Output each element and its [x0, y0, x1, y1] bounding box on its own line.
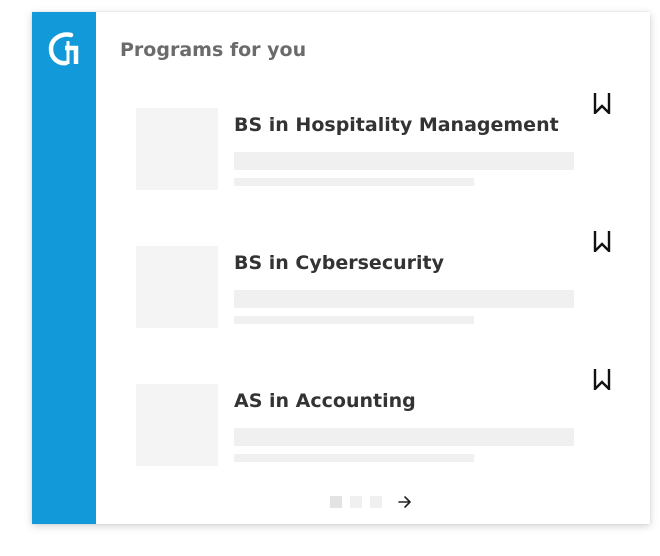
program-thumbnail — [136, 246, 218, 328]
arrow-right-icon[interactable] — [396, 493, 414, 511]
program-placeholder-line — [234, 152, 574, 170]
program-placeholder-line — [234, 290, 574, 308]
program-title[interactable]: BS in Cybersecurity — [234, 252, 444, 274]
program-placeholder-line — [234, 316, 474, 324]
program-placeholder-line — [234, 178, 474, 186]
pagination-dot[interactable] — [330, 496, 342, 508]
bookmark-icon[interactable] — [592, 368, 612, 390]
pagination-dot[interactable] — [350, 496, 362, 508]
brand-sidebar — [32, 12, 96, 524]
program-thumbnail — [136, 108, 218, 190]
program-placeholder-line — [234, 428, 574, 446]
bookmark-icon[interactable] — [592, 92, 612, 114]
program-placeholder-line — [234, 454, 474, 462]
program-title[interactable]: AS in Accounting — [234, 390, 416, 412]
program-thumbnail — [136, 384, 218, 466]
program-item[interactable]: BS in Cybersecurity — [136, 231, 614, 336]
programs-card: Programs for you BS in Hospitality Manag… — [32, 12, 650, 524]
program-item[interactable]: BS in Hospitality Management — [136, 93, 614, 198]
bookmark-icon[interactable] — [592, 230, 612, 252]
g-logo-icon — [48, 32, 79, 66]
page-title: Programs for you — [120, 39, 307, 61]
program-title[interactable]: BS in Hospitality Management — [234, 114, 559, 136]
pagination-dot[interactable] — [370, 496, 382, 508]
program-item[interactable]: AS in Accounting — [136, 369, 614, 474]
